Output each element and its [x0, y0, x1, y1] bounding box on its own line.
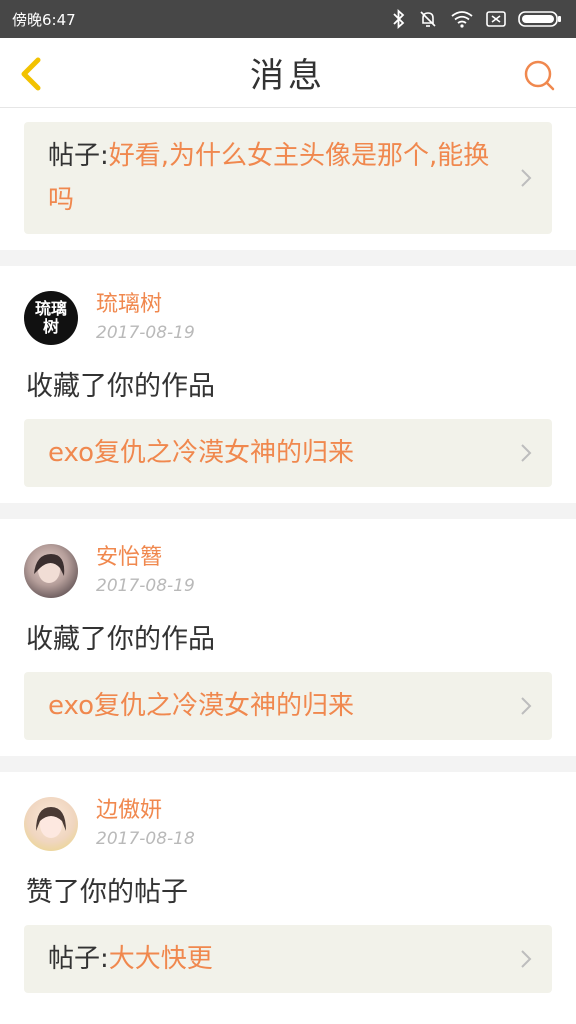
user-meta: 安怡簪 2017-08-19 [96, 543, 195, 599]
wifi-icon [451, 11, 473, 28]
divider [0, 756, 576, 772]
post-card[interactable]: 帖子:大大快更 [24, 925, 552, 993]
user-meta: 边傲妍 2017-08-18 [96, 796, 195, 852]
message-date: 2017-08-19 [96, 576, 195, 596]
battery-icon [518, 11, 561, 27]
search-icon[interactable] [522, 58, 556, 92]
message-date: 2017-08-19 [96, 323, 195, 343]
avatar[interactable]: 琉璃树 [24, 291, 78, 345]
action-text: 收藏了你的作品 [26, 624, 215, 655]
card-text: 好看,为什么女主头像是那个,能换吗 [48, 141, 490, 215]
username[interactable]: 琉璃树 [96, 290, 195, 320]
message-item: 琉璃树 琉璃树 2017-08-19 收藏了你的作品 exo复仇之冷漠女神的归来 [0, 266, 576, 503]
work-card[interactable]: exo复仇之冷漠女神的归来 [24, 419, 552, 487]
avatar-photo [36, 807, 66, 838]
avatar-text: 琉璃树 [34, 299, 67, 336]
sim-icon [486, 11, 506, 27]
avatar[interactable] [24, 544, 78, 598]
message-item: 边傲妍 2017-08-18 赞了你的帖子 帖子:大大快更 [0, 772, 576, 1009]
app-header: 消息 [0, 38, 576, 108]
chevron-right-icon [521, 697, 532, 715]
message-date: 2017-08-18 [96, 829, 195, 849]
status-bar: 傍晚6:47 [0, 0, 576, 38]
card-text: exo复仇之冷漠女神的归来 [48, 691, 355, 721]
action-text: 收藏了你的作品 [26, 371, 215, 402]
user-meta: 琉璃树 2017-08-19 [96, 290, 195, 346]
avatar-photo [34, 554, 65, 583]
status-icons [392, 9, 562, 29]
chevron-right-icon [521, 950, 532, 968]
avatar[interactable] [24, 797, 78, 851]
mute-bell-icon [420, 11, 436, 27]
card-text: exo复仇之冷漠女神的归来 [48, 438, 355, 468]
user-row[interactable]: 边傲妍 2017-08-18 [24, 772, 552, 852]
chevron-right-icon [521, 444, 532, 462]
bluetooth-icon [393, 9, 405, 29]
action-text: 赞了你的帖子 [26, 877, 188, 908]
card-prefix: 帖子: [48, 141, 109, 171]
message-item: 帖子:好看,为什么女主头像是那个,能换吗 [0, 108, 576, 250]
chevron-right-icon [521, 169, 532, 187]
divider [0, 250, 576, 266]
page-title: 消息 [250, 56, 326, 96]
username[interactable]: 安怡簪 [96, 543, 195, 573]
divider [0, 503, 576, 519]
card-prefix: 帖子: [48, 944, 109, 974]
status-time: 傍晚6:47 [12, 10, 76, 29]
card-text: 大大快更 [108, 944, 213, 974]
work-card[interactable]: exo复仇之冷漠女神的归来 [24, 672, 552, 740]
user-row[interactable]: 安怡簪 2017-08-19 [24, 519, 552, 599]
message-item: 安怡簪 2017-08-19 收藏了你的作品 exo复仇之冷漠女神的归来 [0, 519, 576, 756]
post-card[interactable]: 帖子:好看,为什么女主头像是那个,能换吗 [24, 122, 552, 234]
message-feed: 帖子:好看,为什么女主头像是那个,能换吗 琉璃树 琉璃树 2017-08-19 … [0, 108, 576, 1009]
user-row[interactable]: 琉璃树 琉璃树 2017-08-19 [24, 266, 552, 346]
back-arrow-icon[interactable] [14, 54, 50, 94]
username[interactable]: 边傲妍 [96, 796, 195, 826]
